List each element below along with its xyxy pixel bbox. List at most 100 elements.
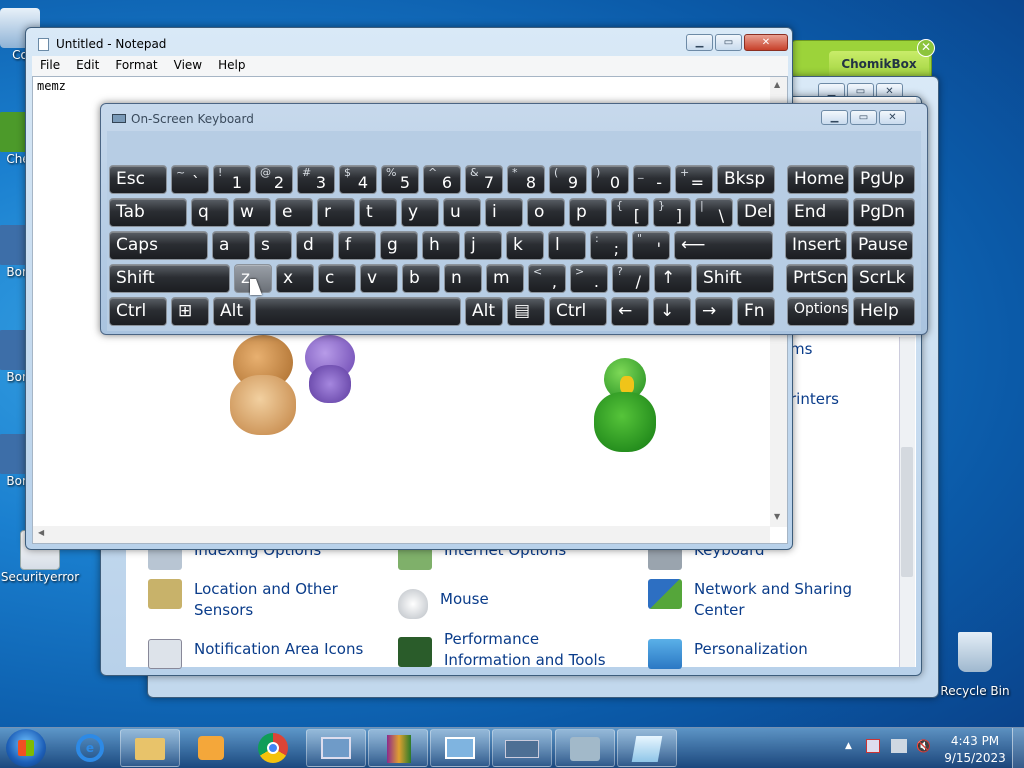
osk-key-s[interactable]: s [254,231,292,260]
osk-key-a[interactable]: a [212,231,250,260]
osk-key-[interactable]: <, [528,264,566,293]
osk-key-[interactable]: ⟵ [674,231,773,260]
osk-key-[interactable]: ▤ [507,297,545,326]
osk-key-u[interactable]: u [443,198,481,227]
minimize-button[interactable]: ▁ [686,34,713,51]
osk-key-[interactable]: ~ ` [171,165,209,194]
osk-key-options[interactable]: Options [787,297,849,326]
osk-key-space[interactable] [255,297,461,326]
osk-key-[interactable]: + = [675,165,713,194]
taskbar-chrome[interactable] [244,729,304,767]
osk-key-bksp[interactable]: Bksp [717,165,775,194]
taskbar-control-panel[interactable] [430,729,490,767]
osk-key-8[interactable]: * 8 [507,165,545,194]
osk-key-0[interactable]: ) 0 [591,165,629,194]
osk-key-shift[interactable]: Shift [696,264,774,293]
maximize-button[interactable]: ▭ [850,110,877,125]
maximize-button[interactable]: ▭ [715,34,742,51]
osk-key-p[interactable]: p [569,198,607,227]
osk-key-[interactable]: :; [590,231,628,260]
osk-key-fn[interactable]: Fn [737,297,775,326]
cp-item-personalization[interactable]: Personalization [648,639,808,669]
osk-key-del[interactable]: Del [737,198,775,227]
osk-key-v[interactable]: v [360,264,398,293]
osk-key-9[interactable]: (9 [549,165,587,194]
osk-key-[interactable]: | \ [695,198,733,227]
cp-item-notification-area-icons[interactable]: Notification Area Icons [148,639,363,669]
osk-key-[interactable]: " ' [632,231,670,260]
menu-format[interactable]: Format [107,56,165,76]
menu-file[interactable]: File [32,56,68,76]
osk-key-y[interactable]: y [401,198,439,227]
osk-key-[interactable]: {[ [611,198,649,227]
osk-key-[interactable]: ⊞ [171,297,209,326]
desktop-icon-recycle-bin[interactable]: Recycle Bin [935,632,1015,698]
osk-key-2[interactable]: @2 [255,165,293,194]
osk-key-n[interactable]: n [444,264,482,293]
cp-item-mouse[interactable]: Mouse [398,589,489,619]
osk-key-alt[interactable]: Alt [465,297,503,326]
osk-key-[interactable]: → [695,297,733,326]
osk-key-[interactable]: >. [570,264,608,293]
osk-key-7[interactable]: & 7 [465,165,503,194]
osk-key-alt[interactable]: Alt [213,297,251,326]
show-desktop-button[interactable] [1012,728,1024,768]
osk-key-c[interactable]: c [318,264,356,293]
osk-key-esc[interactable]: Esc [109,165,167,194]
show-hidden-icons-icon[interactable]: ▲ [845,741,852,751]
osk-key-shift[interactable]: Shift [109,264,230,293]
osk-key-pgup[interactable]: PgUp [853,165,915,194]
minimize-button[interactable]: ▁ [821,110,848,125]
taskbar-file-explorer[interactable] [120,729,180,767]
cp-item-network-sharing[interactable]: Network and Sharing Center [648,579,858,621]
osk-key-l[interactable]: l [548,231,586,260]
osk-key-pause[interactable]: Pause [851,231,913,260]
action-center-icon[interactable] [866,739,880,753]
close-button[interactable]: ✕ [744,34,788,51]
osk-key-b[interactable]: b [402,264,440,293]
horizontal-scrollbar[interactable] [33,526,770,543]
osk-key-f[interactable]: f [338,231,376,260]
osk-key-h[interactable]: h [422,231,460,260]
osk-key-j[interactable]: j [464,231,502,260]
osk-key-t[interactable]: t [359,198,397,227]
close-button[interactable]: ✕ [879,110,906,125]
scroll-down-icon[interactable]: ▼ [774,512,780,521]
osk-key-k[interactable]: k [506,231,544,260]
osk-key-[interactable]: ← [611,297,649,326]
taskbar-remote-desktop[interactable] [306,729,366,767]
taskbar-media-player[interactable] [182,729,242,767]
osk-key-i[interactable]: i [485,198,523,227]
start-button[interactable] [6,729,46,767]
osk-key-help[interactable]: Help [853,297,915,326]
osk-key-caps[interactable]: Caps [109,231,208,260]
osk-key-home[interactable]: Home [787,165,849,194]
volume-muted-icon[interactable]: 🔇 [916,739,931,753]
osk-key-x[interactable]: x [276,264,314,293]
taskbar-internet-explorer[interactable]: e [62,729,122,767]
osk-key-4[interactable]: $4 [339,165,377,194]
cp-item-location-sensors[interactable]: Location and Other Sensors [148,579,348,621]
taskbar-on-screen-keyboard[interactable] [492,729,552,767]
osk-key-[interactable]: _ - [633,165,671,194]
osk-key-pgdn[interactable]: PgDn [853,198,915,227]
osk-key-g[interactable]: g [380,231,418,260]
close-icon[interactable]: ✕ [917,39,935,57]
menu-help[interactable]: Help [210,56,253,76]
osk-key-r[interactable]: r [317,198,355,227]
scroll-thumb[interactable] [901,447,913,577]
taskbar-notepad[interactable] [617,729,677,767]
network-tray-icon[interactable] [891,739,907,753]
osk-key-o[interactable]: o [527,198,565,227]
osk-key-prtscn[interactable]: PrtScn [786,264,848,293]
osk-key-3[interactable]: #3 [297,165,335,194]
menu-edit[interactable]: Edit [68,56,107,76]
osk-key-end[interactable]: End [787,198,849,227]
bonzi-character[interactable] [295,335,365,405]
osk-key-ctrl[interactable]: Ctrl [549,297,607,326]
osk-key-scrlk[interactable]: ScrLk [852,264,914,293]
parrot-character[interactable] [590,358,660,458]
osk-key-insert[interactable]: Insert [785,231,847,260]
osk-key-e[interactable]: e [275,198,313,227]
osk-key-[interactable]: ? / [612,264,650,293]
